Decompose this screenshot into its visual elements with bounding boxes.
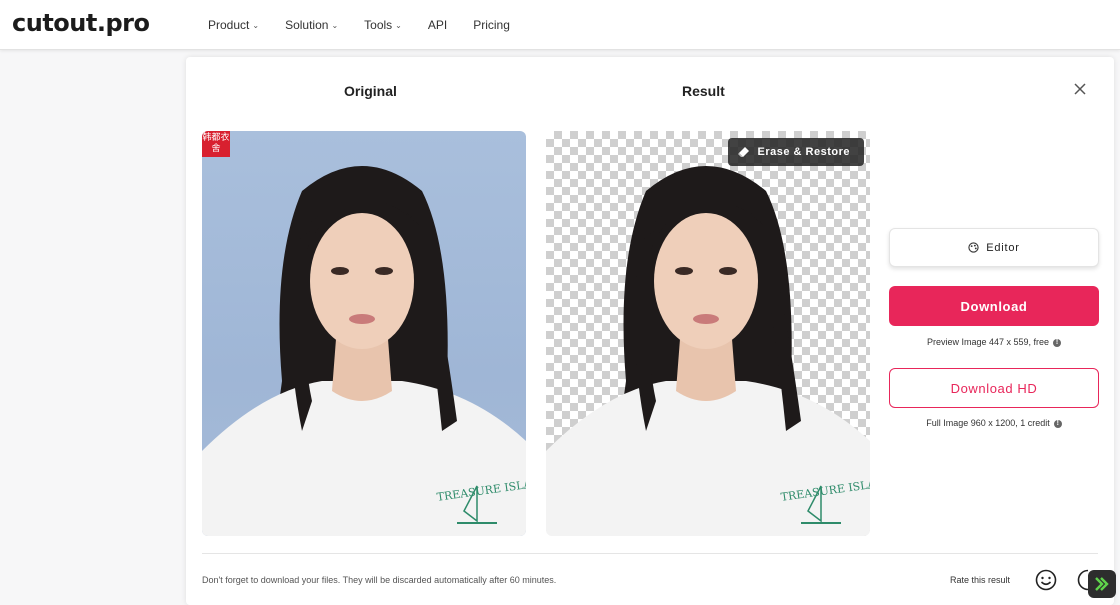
- brand-logo[interactable]: cutout.pro: [12, 9, 150, 37]
- nav-item-label: Tools: [364, 18, 393, 32]
- portrait-illustration: TREASURE ISLAND: [202, 166, 526, 536]
- original-image: TREASURE ISLAND 韩都衣舍: [202, 131, 526, 536]
- smile-icon: [1035, 569, 1057, 591]
- original-title: Original: [344, 83, 397, 99]
- cutout-portrait-illustration: TREASURE ISLAND: [546, 166, 870, 536]
- erase-restore-label: Erase & Restore: [757, 146, 850, 158]
- palette-icon: [968, 242, 979, 253]
- nav-item-label: Solution: [285, 18, 329, 32]
- nav-item-pricing[interactable]: Pricing: [473, 18, 510, 32]
- nav-item-api[interactable]: API: [428, 18, 447, 32]
- close-button[interactable]: [1072, 81, 1088, 97]
- nav-item-label: Pricing: [473, 18, 510, 32]
- chat-widget-button[interactable]: [1088, 570, 1116, 598]
- download-button[interactable]: Download: [889, 286, 1099, 326]
- editor-button[interactable]: Editor: [889, 228, 1099, 267]
- brand-stamp: 韩都衣舍: [202, 131, 230, 157]
- erase-restore-button[interactable]: Erase & Restore: [727, 138, 864, 166]
- nav-item-product[interactable]: Product ⌄: [208, 18, 259, 32]
- nav-item-label: Product: [208, 18, 250, 32]
- nav-item-tools[interactable]: Tools ⌄: [364, 18, 402, 32]
- nav-item-solution[interactable]: Solution ⌄: [285, 18, 338, 32]
- result-panel: Original Result TREASURE ISLAND 韩都衣舍 TRE…: [186, 57, 1114, 605]
- preview-info: Preview Image 447 x 559, free!: [889, 337, 1099, 347]
- download-hd-label: Download HD: [950, 380, 1038, 396]
- nav-item-label: API: [427, 18, 448, 32]
- divider: [202, 553, 1098, 554]
- result-image: TREASURE ISLAND Erase & Restore: [546, 131, 870, 536]
- full-info-text: Full Image 960 x 1200, 1 credit: [926, 418, 1050, 428]
- chevron-down-icon: ⌄: [331, 20, 339, 30]
- download-label: Download: [960, 298, 1028, 314]
- full-image-info: Full Image 960 x 1200, 1 credit!: [889, 418, 1099, 428]
- rate-good-button[interactable]: [1035, 569, 1057, 596]
- info-icon[interactable]: !: [1053, 419, 1062, 428]
- eraser-icon: [737, 147, 749, 157]
- result-title: Result: [682, 83, 725, 99]
- download-hd-button[interactable]: Download HD: [889, 368, 1099, 408]
- preview-info-text: Preview Image 447 x 559, free: [926, 337, 1050, 347]
- close-icon: [1074, 83, 1086, 95]
- editor-label: Editor: [986, 241, 1020, 254]
- double-chevron-right-icon: [1095, 577, 1109, 591]
- chevron-down-icon: ⌄: [252, 20, 260, 30]
- discard-note: Don't forget to download your files. The…: [202, 575, 557, 585]
- main-nav: Product ⌄ Solution ⌄ Tools ⌄ API Pricing: [208, 0, 536, 50]
- info-icon[interactable]: !: [1053, 338, 1062, 347]
- rate-label: Rate this result: [950, 575, 1011, 585]
- chevron-down-icon: ⌄: [395, 20, 402, 30]
- top-navbar: cutout.pro Product ⌄ Solution ⌄ Tools ⌄ …: [0, 0, 1120, 50]
